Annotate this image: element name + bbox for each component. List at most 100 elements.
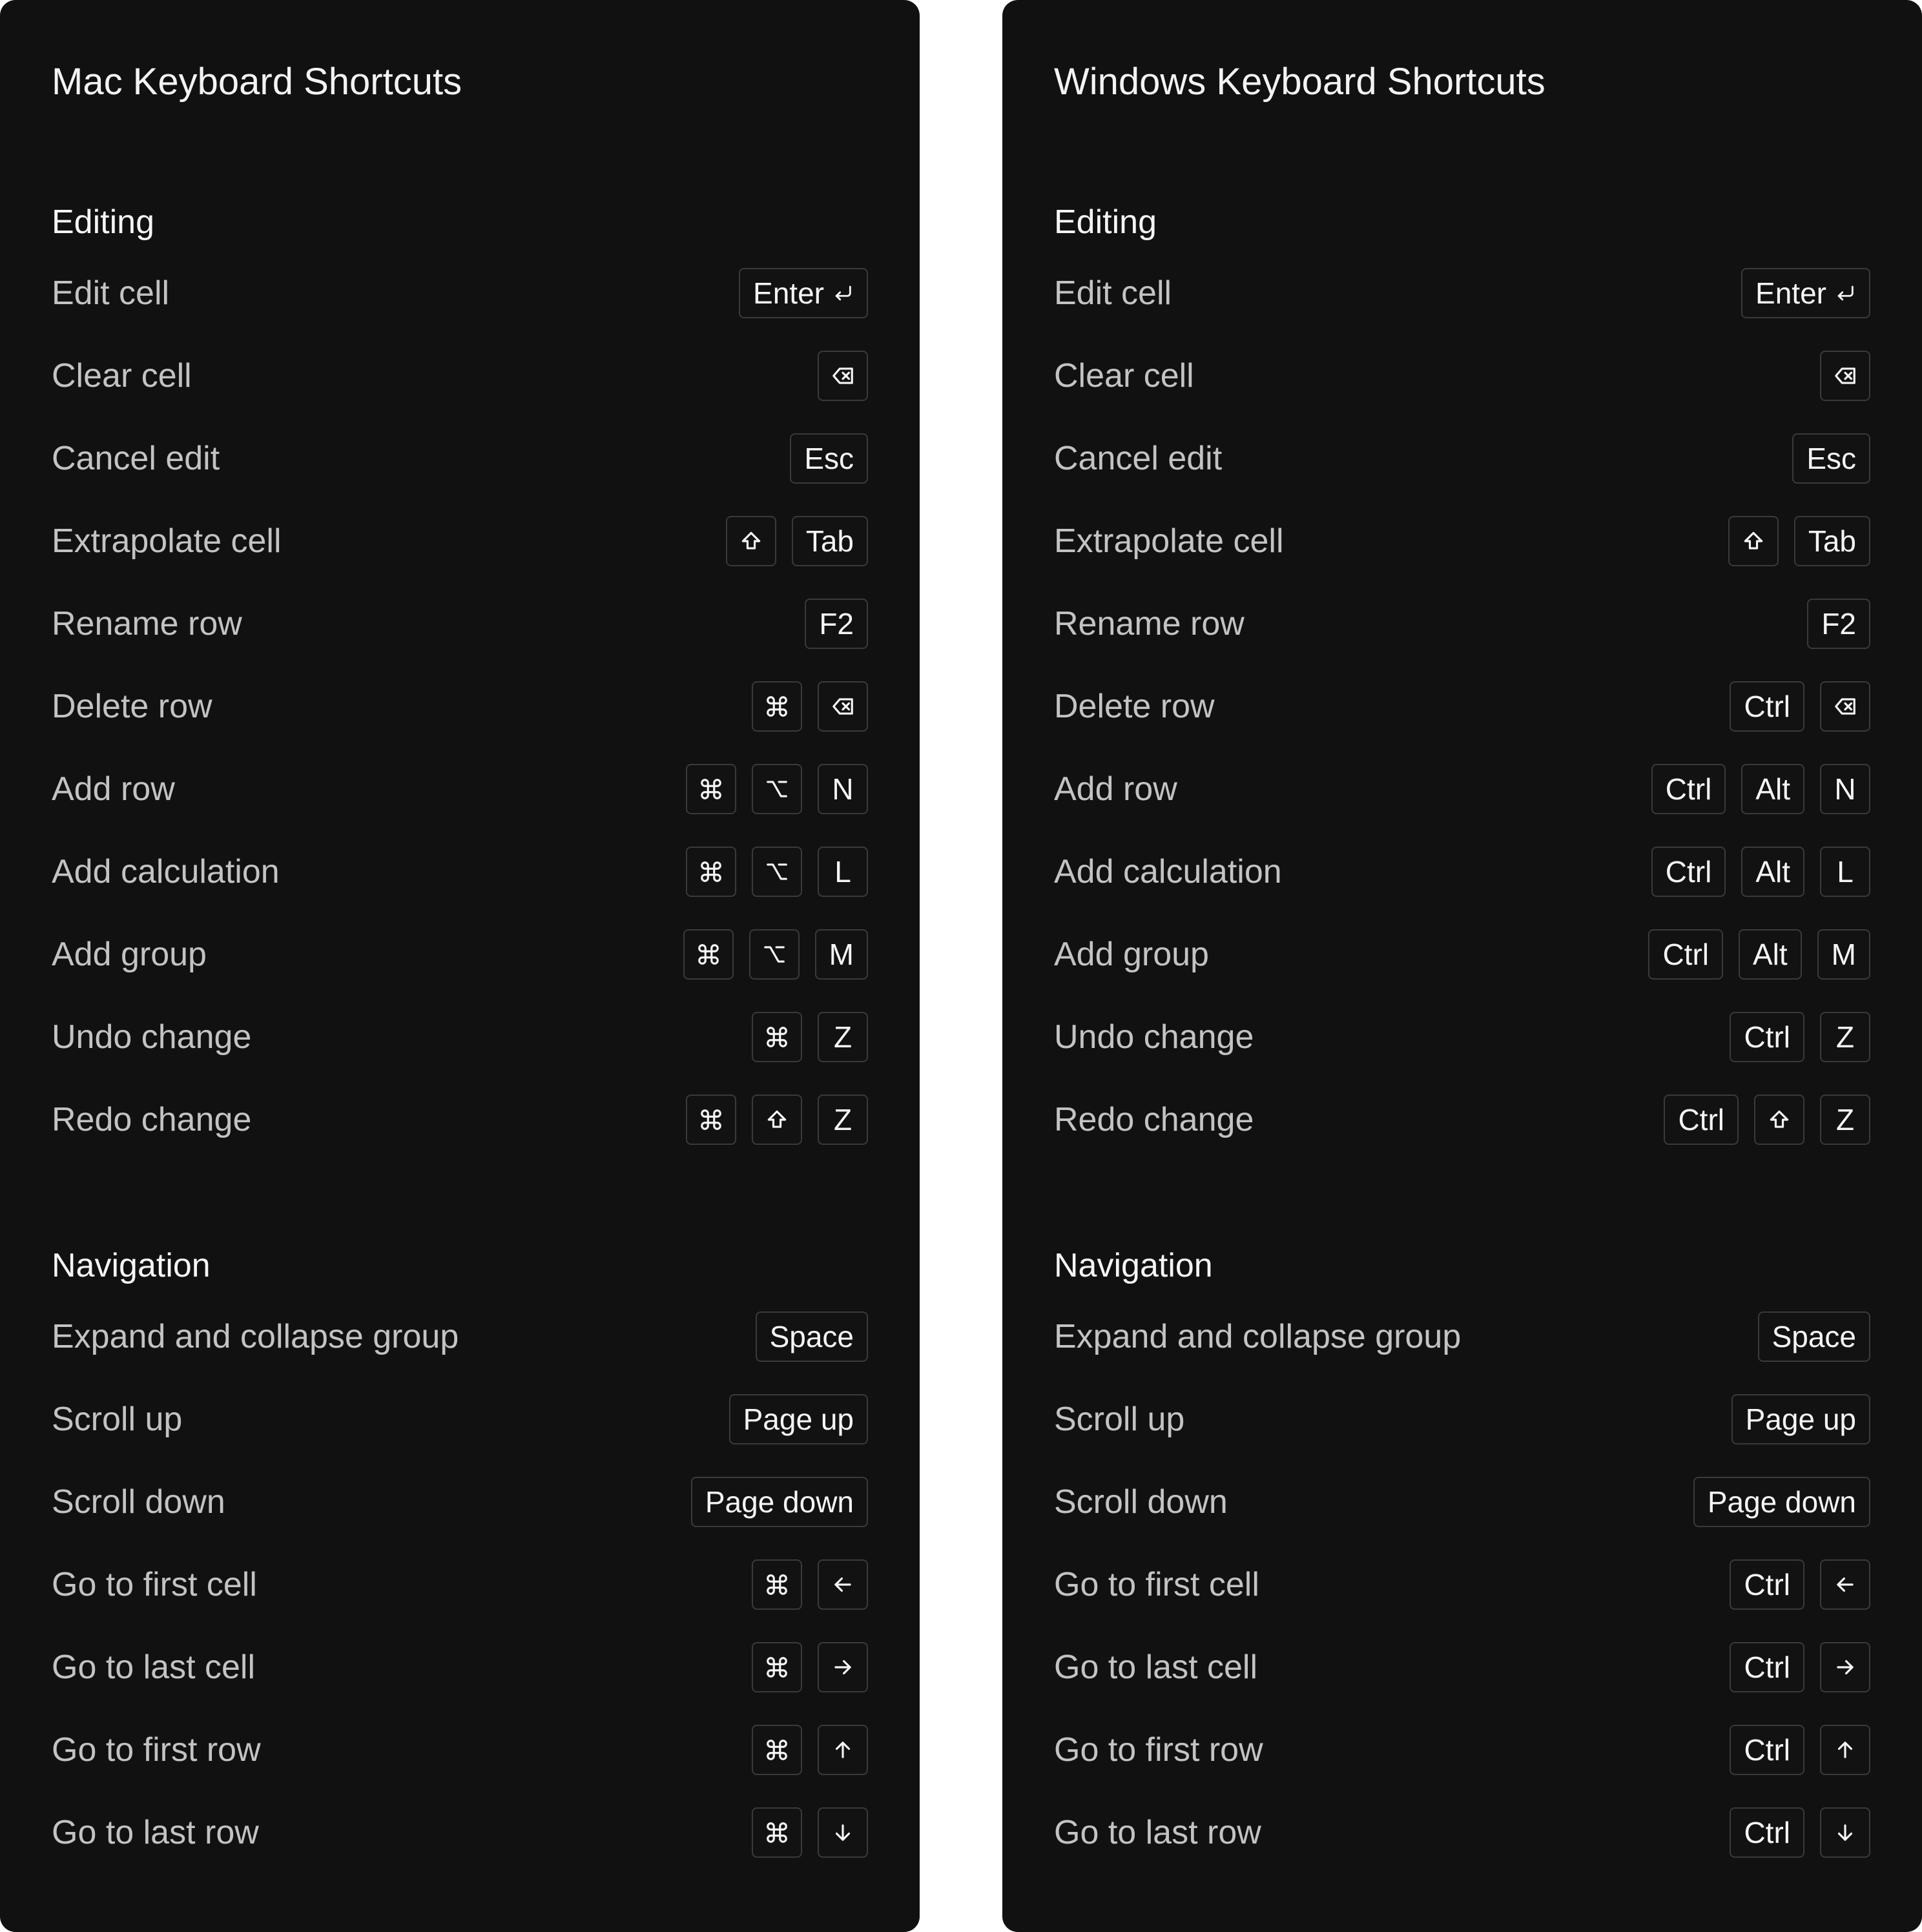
- shortcut-keys: Ctrl Alt N: [1651, 764, 1870, 814]
- shortcut-keys: Ctrl Alt M: [1648, 929, 1870, 980]
- shortcut-row-rename-row: Rename row F2: [1054, 598, 1870, 650]
- shortcut-row-redo-change: Redo change Z: [52, 1094, 868, 1146]
- shortcut-row-add-group: Add group Ctrl Alt M: [1054, 929, 1870, 980]
- key-label: Alt: [1755, 855, 1790, 889]
- arrow-left-icon: [831, 1572, 855, 1597]
- shortcut-row-add-calculation: Add calculation Ctrl Alt L: [1054, 846, 1870, 898]
- key-page-up: Page up: [728, 1394, 868, 1444]
- shortcut-keys: Ctrl: [1730, 1642, 1870, 1692]
- shortcut-keys: Page up: [728, 1394, 868, 1444]
- key-ctrl: Ctrl: [1730, 1642, 1804, 1692]
- key-command: [752, 1725, 802, 1775]
- key-command: [686, 764, 736, 814]
- key-ctrl: Ctrl: [1648, 929, 1723, 980]
- shortcut-keys: [752, 1559, 868, 1610]
- key-shift: [1728, 516, 1779, 566]
- key-label: L: [834, 855, 851, 889]
- key-label: Ctrl: [1744, 1568, 1790, 1601]
- shortcut-label: Add calculation: [52, 853, 280, 890]
- panel-title: Mac Keyboard Shortcuts: [52, 61, 462, 103]
- key-arrow-left: [818, 1559, 868, 1610]
- key-f2: F2: [805, 599, 868, 649]
- shortcut-label: Expand and collapse group: [52, 1318, 459, 1355]
- key-command: [752, 1012, 802, 1062]
- arrow-down-icon: [831, 1820, 855, 1845]
- key-label: Enter: [1755, 276, 1826, 310]
- shortcut-row-expand-and-collapse-group: Expand and collapse group Space: [52, 1311, 868, 1362]
- shortcut-row-go-to-first-row: Go to first row: [52, 1724, 868, 1776]
- shortcut-label: Go to last cell: [1054, 1649, 1258, 1686]
- shortcut-label: Clear cell: [52, 357, 192, 395]
- key-label: M: [829, 938, 854, 971]
- shortcut-keys: [752, 1725, 868, 1775]
- key-ctrl: Ctrl: [1730, 681, 1804, 732]
- shortcut-row-go-to-last-cell: Go to last cell: [52, 1641, 868, 1693]
- shift-icon: [739, 529, 763, 553]
- command-icon: [699, 777, 723, 801]
- shortcut-keys: Space: [755, 1311, 868, 1362]
- shortcut-label: Cancel edit: [1054, 440, 1223, 477]
- key-label: Alt: [1752, 938, 1788, 971]
- key-label: Alt: [1755, 772, 1790, 806]
- key-command: [686, 1094, 736, 1145]
- key-esc: Esc: [790, 433, 868, 484]
- shortcut-keys: Esc: [1792, 433, 1870, 484]
- shortcut-label: Clear cell: [1054, 357, 1194, 395]
- key-n: N: [1820, 764, 1870, 814]
- key-command: [686, 847, 736, 897]
- shortcut-row-go-to-first-cell: Go to first cell: [52, 1559, 868, 1610]
- shortcut-label: Redo change: [52, 1101, 252, 1138]
- key-label: Page down: [1707, 1485, 1856, 1519]
- shortcut-keys: Space: [1757, 1311, 1870, 1362]
- key-label: Ctrl: [1678, 1103, 1724, 1136]
- arrow-right-icon: [1833, 1655, 1857, 1680]
- key-ctrl: Ctrl: [1664, 1094, 1739, 1145]
- shift-icon: [1767, 1107, 1792, 1132]
- shortcut-row-redo-change: Redo change Ctrl Z: [1054, 1094, 1870, 1146]
- shortcut-label: Undo change: [52, 1018, 252, 1056]
- key-arrow-left: [1820, 1559, 1870, 1610]
- key-label: N: [1834, 772, 1856, 806]
- shortcut-label: Scroll up: [52, 1401, 183, 1438]
- windows-shortcuts-panel: Windows Keyboard Shortcuts Editing Edit c…: [1002, 0, 1922, 1932]
- key-arrow-down: [1820, 1807, 1870, 1858]
- shift-icon: [765, 1107, 789, 1132]
- shortcut-keys: Page down: [690, 1477, 868, 1527]
- key-label: Space: [769, 1320, 854, 1353]
- shortcut-keys: Ctrl: [1730, 1559, 1870, 1610]
- key-f2: F2: [1807, 599, 1870, 649]
- command-icon: [765, 1025, 789, 1049]
- shortcut-keys: [818, 351, 868, 401]
- key-command: [752, 681, 802, 732]
- shortcut-row-undo-change: Undo change Z: [52, 1011, 868, 1063]
- shortcut-label: Add row: [1054, 770, 1177, 808]
- key-arrow-right: [818, 1642, 868, 1692]
- key-label: L: [1837, 855, 1854, 889]
- shortcut-row-scroll-up: Scroll up Page up: [52, 1393, 868, 1445]
- shortcut-keys: [1820, 351, 1870, 401]
- key-tab: Tab: [1793, 516, 1870, 566]
- shortcut-label: Go to last row: [1054, 1814, 1261, 1851]
- key-ctrl: Ctrl: [1651, 847, 1726, 897]
- shortcut-row-add-row: Add row Ctrl Alt N: [1054, 763, 1870, 815]
- shortcut-row-go-to-first-row: Go to first row Ctrl: [1054, 1724, 1870, 1776]
- shortcut-label: Redo change: [1054, 1101, 1254, 1138]
- shortcut-label: Scroll down: [52, 1483, 225, 1521]
- key-label: Esc: [1806, 442, 1856, 475]
- shortcut-row-go-to-last-row: Go to last row: [52, 1807, 868, 1858]
- shortcut-keys: Tab: [1728, 516, 1870, 566]
- shortcut-row-rename-row: Rename row F2: [52, 598, 868, 650]
- key-shift: [1754, 1094, 1804, 1145]
- key-z: Z: [1820, 1012, 1870, 1062]
- key-m: M: [1817, 929, 1870, 980]
- shortcut-row-add-group: Add group M: [52, 929, 868, 980]
- key-arrow-down: [818, 1807, 868, 1858]
- key-label: Ctrl: [1744, 1650, 1790, 1684]
- shortcut-label: Scroll up: [1054, 1401, 1185, 1438]
- key-command: [683, 929, 734, 980]
- key-alt: Alt: [1738, 929, 1802, 980]
- key-label: Z: [1835, 1020, 1855, 1054]
- shortcut-label: Go to first cell: [52, 1566, 257, 1603]
- shortcut-row-delete-row: Delete row: [52, 681, 868, 732]
- shortcut-keys: [752, 681, 868, 732]
